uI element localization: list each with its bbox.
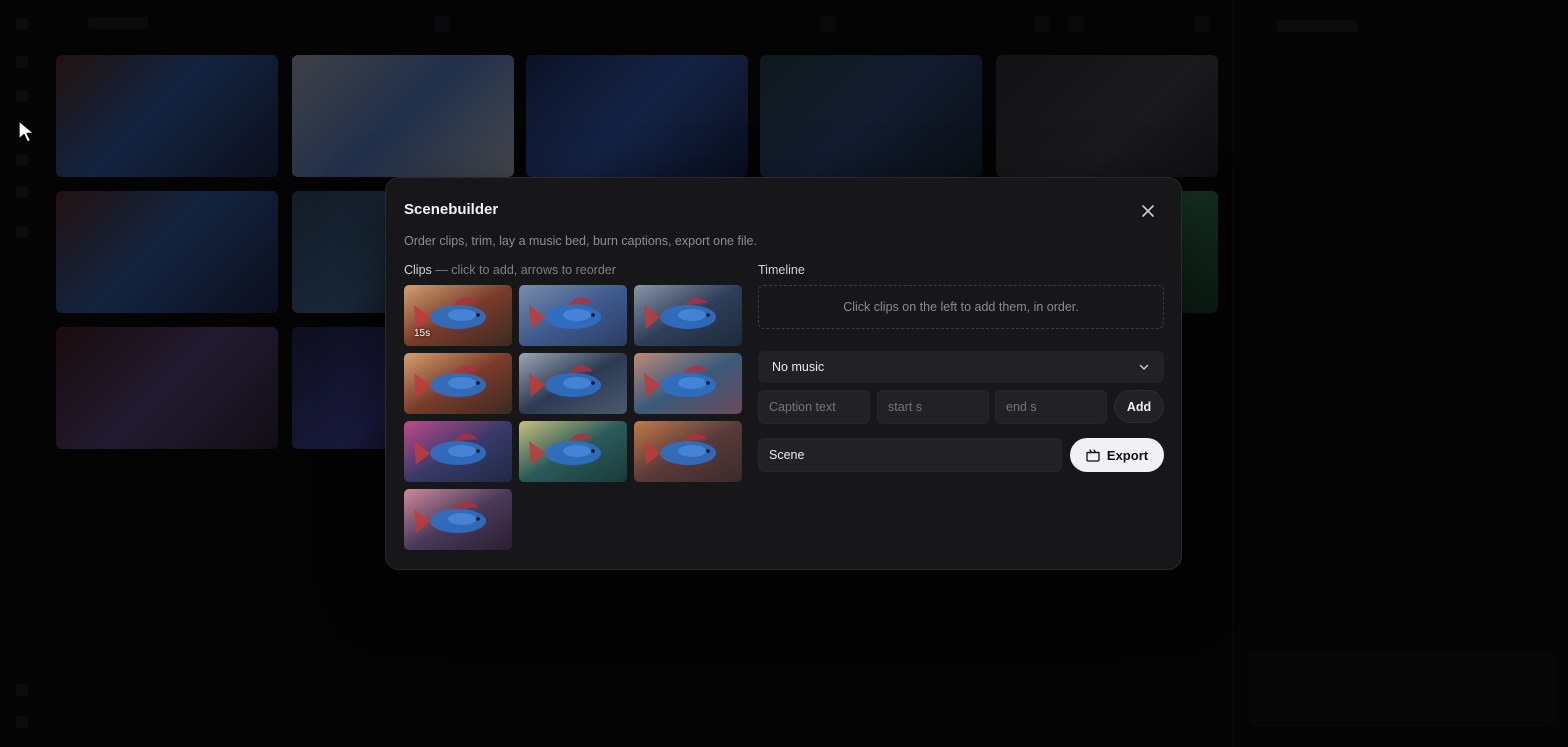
clips-hint: — click to add, arrows to reorder xyxy=(431,263,616,277)
mouse-cursor-icon xyxy=(18,120,35,143)
clip-thumbnail[interactable] xyxy=(404,353,512,414)
clips-section-label: Clips — click to add, arrows to reorder xyxy=(404,263,616,277)
clip-preview-image xyxy=(634,285,742,346)
export-label: Export xyxy=(1106,447,1149,463)
scene-name-input[interactable] xyxy=(758,438,1062,472)
timeline-dropzone[interactable]: Click clips on the left to add them, in … xyxy=(758,285,1164,329)
clip-duration-badge: 15s xyxy=(414,328,431,339)
clip-preview-image xyxy=(634,353,742,414)
dialog-title: Scenebuilder xyxy=(404,201,499,218)
clip-preview-image xyxy=(404,353,512,414)
clip-thumbnail[interactable]: 15s xyxy=(404,285,512,346)
clip-thumbnail[interactable] xyxy=(634,421,742,482)
clip-thumbnail[interactable] xyxy=(519,285,627,346)
clip-thumbnail[interactable] xyxy=(404,421,512,482)
clips-label: Clips xyxy=(404,263,432,277)
clip-preview-image xyxy=(404,421,512,482)
add-caption-button[interactable]: Add xyxy=(1114,390,1164,423)
timeline-empty-text: Click clips on the left to add them, in … xyxy=(843,300,1079,314)
clip-thumbnail[interactable] xyxy=(634,285,742,346)
caption-text-input[interactable] xyxy=(758,390,870,424)
caption-end-input[interactable] xyxy=(995,390,1107,424)
close-icon xyxy=(1142,205,1154,217)
clip-preview-image xyxy=(634,421,742,482)
caption-start-input[interactable] xyxy=(877,390,989,424)
clip-preview-image xyxy=(519,421,627,482)
clip-thumbnail[interactable] xyxy=(519,421,627,482)
timeline-section-label: Timeline xyxy=(758,263,805,277)
clip-preview-image xyxy=(519,285,627,346)
clapperboard-icon xyxy=(1086,448,1100,462)
clip-preview-image xyxy=(404,489,512,550)
chevron-down-icon xyxy=(1139,364,1149,370)
clip-thumbnail[interactable] xyxy=(404,489,512,550)
music-select[interactable]: No music xyxy=(758,351,1164,383)
clip-thumbnail[interactable] xyxy=(519,353,627,414)
export-button[interactable]: Export xyxy=(1070,438,1164,472)
clip-preview-image xyxy=(519,353,627,414)
close-button[interactable] xyxy=(1137,200,1159,222)
clip-thumbnail[interactable] xyxy=(634,353,742,414)
music-select-value: No music xyxy=(772,360,825,374)
dialog-description: Order clips, trim, lay a music bed, burn… xyxy=(404,234,757,248)
scenebuilder-dialog: Scenebuilder Order clips, trim, lay a mu… xyxy=(385,177,1182,570)
